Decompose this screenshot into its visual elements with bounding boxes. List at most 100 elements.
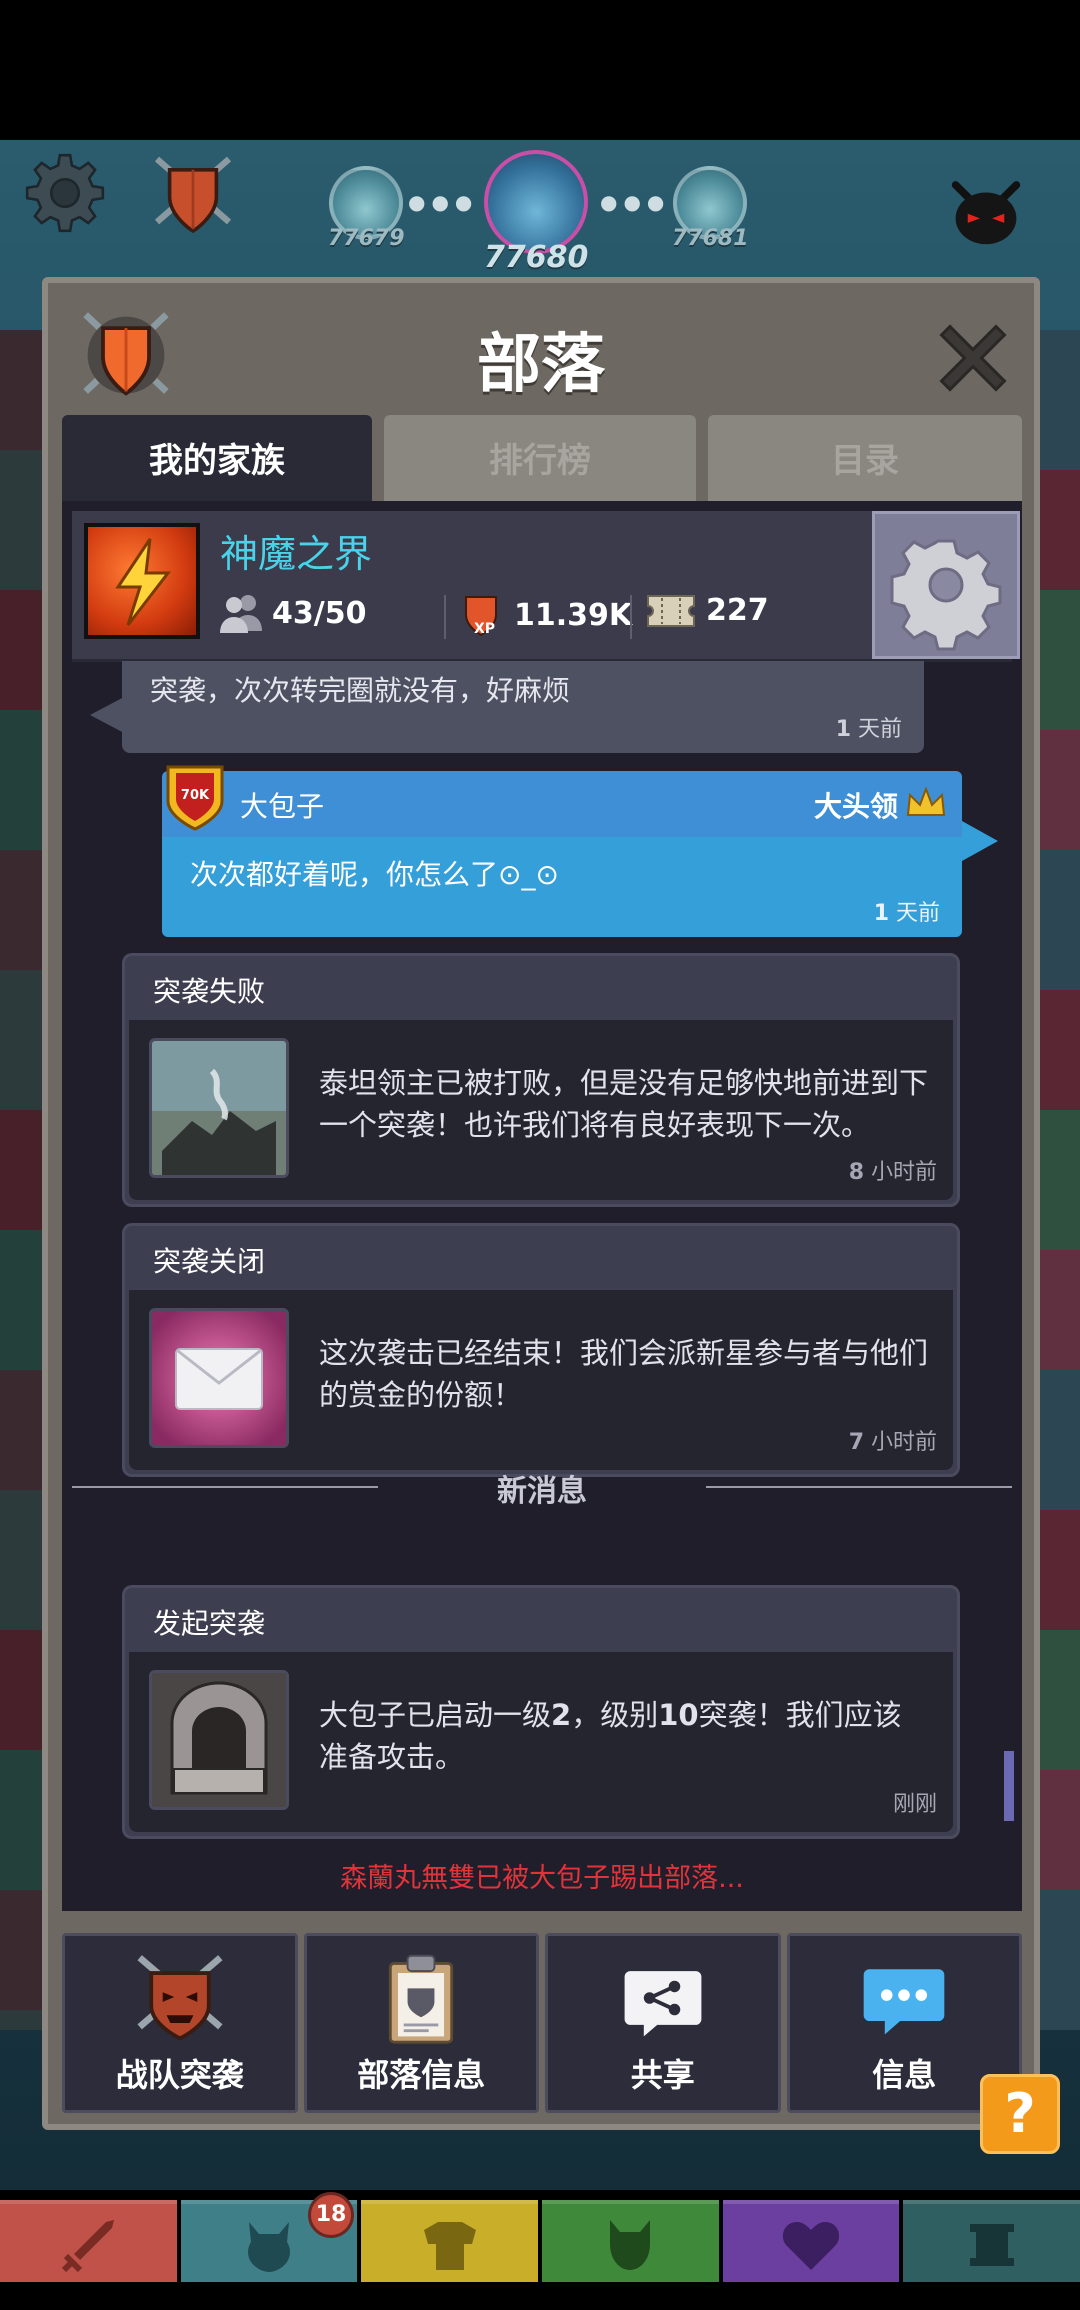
team-raid-button[interactable]: 战队突袭 [62,1933,298,2113]
crown-icon [906,787,946,816]
share-button[interactable]: 共享 [545,1933,781,2113]
titan-defeated-image [149,1038,289,1178]
level-node-previous: 77679 [328,166,405,251]
clan-info-bar: 神魔之界 43/50 XP 11.39K 227 [72,511,1020,662]
kick-notice: 森蘭丸無雙已被大包子踢出部落... [340,1863,744,1894]
help-button[interactable]: ? [980,2074,1060,2154]
clan-logo [84,523,200,639]
message-header: 大包子 大头领 [162,771,962,837]
level-number: 77679 [328,226,405,251]
card-title: 突袭失败 [153,975,266,1008]
notification-badge: 18 [308,2192,354,2238]
message-tail [90,697,124,733]
clan-modal: 部落 我的家族 排行榜 目录 神魔之界 43/50 XP 11.39K 227 … [42,277,1040,2130]
chat-scrollbar[interactable] [1004,1751,1014,1821]
card-text: 这次袭击已经结束！我们会派新星参与者与他们的赏金的份额！ [319,1336,929,1412]
artifact-icon [969,2224,1014,2266]
rank-badge-label: 70K [181,788,210,803]
clan-info-button[interactable]: 部落信息 [303,1933,539,2113]
lightning-icon [115,538,172,626]
message-body: 次次都好着呢，你怎么了⊙_⊙ 1 天前 [162,837,962,937]
message-text: 突袭，次次转完圈就没有，好麻烦 [150,674,571,707]
level-node-current: 77680 [484,150,588,275]
nav-tab-artifact[interactable] [903,2200,1080,2282]
action-label: 部落信息 [357,2056,486,2094]
tab-directory[interactable]: 目录 [708,415,1022,501]
nav-tab-sword[interactable] [0,2200,177,2282]
current-level-number: 77680 [484,240,589,275]
level-number: 77681 [672,226,749,251]
clan-chat-feed[interactable]: 突袭，次次转完圈就没有，好麻烦 1 天前 大包子 大头领 次次都好着呢，你怎么了… [62,661,1022,1906]
message-tail [962,821,998,861]
card-time: 刚刚 [892,1792,937,1817]
card-time: 8 小时前 [848,1160,937,1185]
card-body: 泰坦领主已被打败，但是没有足够快地前进到下一个突袭！也许我们将有良好表现下一次。… [129,1020,953,1200]
clipboard-icon [389,1954,454,2044]
clan-tabs: 我的家族 排行榜 目录 [62,415,1022,501]
card-body: 这次袭击已经结束！我们会派新星参与者与他们的赏金的份额！ 7 小时前 [129,1290,953,1470]
heart-icon [782,2222,840,2270]
sender-role: 大头领 [813,790,898,823]
hero-icon [248,2222,290,2272]
card-time: 7 小时前 [848,1430,937,1455]
raid-closed-card: 突袭关闭 这次袭击已经结束！我们会派新星参与者与他们的赏金的份额！ 7 小时前 [122,1223,960,1477]
members-icon [220,595,262,633]
level-node-next: 77681 [672,166,749,251]
clan-tickets-stat: 227 [646,593,769,628]
message-text: 次次都好着呢，你怎么了⊙_⊙ [190,858,559,891]
clan-tickets-value: 227 [706,593,769,628]
stat-divider [444,595,446,639]
clan-members-stat: 43/50 [220,593,366,633]
level-path-dots: ●●● [408,190,479,214]
message-time: 1 天前 [835,717,902,742]
xp-shield-icon: XP [465,596,497,637]
raid-gate-image [149,1670,289,1810]
bottom-nav [0,2200,1080,2282]
modal-title: 部落 [477,328,605,402]
chat-message-sent: 大包子 大头领 次次都好着呢，你怎么了⊙_⊙ 1 天前 [162,771,962,937]
raid-mask-icon [137,1955,223,2041]
clan-name: 神魔之界 [220,532,373,576]
pet-icon [610,2220,651,2270]
ticket-icon [647,594,695,627]
card-text: 泰坦领主已被打败，但是没有足够快地前进到下一个突袭！也许我们将有良好表现下一次。 [319,1066,929,1142]
svg-text:XP: XP [474,621,495,637]
mail-icon [149,1308,289,1448]
level-path-dots: ●●● [600,190,671,214]
clan-action-bar: 战队突袭 部落信息 共享 信息 [62,1933,1022,2113]
nav-tab-pet[interactable] [542,2200,719,2282]
clan-settings-button[interactable] [872,511,1020,659]
action-label: 战队突袭 [115,2056,244,2094]
stat-divider [630,595,632,639]
chat-message-received: 突袭，次次转完圈就没有，好麻烦 1 天前 [122,661,924,753]
raid-failed-card: 突袭失败 泰坦领主已被打败，但是没有足够快地前进到下一个突袭！也许我们将有良好表… [122,953,960,1207]
modal-header: 部落 [48,283,1034,418]
card-text: 大包子已启动一级2，级别10突袭！我们应该准备攻击。 [319,1698,902,1774]
nav-tab-armor[interactable] [361,2200,539,2282]
sender-name: 大包子 [240,790,325,823]
gear-icon [890,539,1002,651]
tab-leaderboard[interactable]: 排行榜 [384,415,696,501]
level-portal-icon [484,150,589,254]
share-icon [624,1971,702,2037]
new-messages-label: 新消息 [497,1474,587,1509]
armor-icon [423,2222,476,2270]
raid-started-card: 发起突袭 大包子已启动一级2，级别10突袭！我们应该准备攻击。 刚刚 [122,1585,960,1839]
clan-shield-icon[interactable] [148,150,238,240]
my-clan-panel: 神魔之界 43/50 XP 11.39K 227 突袭，次次转完圈就没有，好麻烦… [62,501,1022,1911]
settings-gear-icon[interactable] [22,150,108,236]
sword-icon [62,2220,115,2273]
nav-tab-heart[interactable] [722,2200,900,2282]
action-label: 共享 [630,2056,695,2094]
tab-my-clan[interactable]: 我的家族 [62,415,372,501]
chat-bubble-icon [863,1969,945,2035]
clan-xp-value: 11.39K [514,597,633,633]
rank-badge-icon: 70K [166,765,224,831]
clan-xp-stat: XP 11.39K [460,593,632,637]
close-icon[interactable] [938,323,1008,393]
game-screen: 77679 ●●● 77680 ●●● 77681 部落 我的家族 排行榜 目录… [0,0,1080,2310]
card-title: 突袭关闭 [153,1245,266,1278]
card-body: 大包子已启动一级2，级别10突袭！我们应该准备攻击。 刚刚 [129,1652,953,1832]
card-title: 发起突袭 [153,1607,266,1640]
demon-boss-icon[interactable] [948,178,1024,248]
